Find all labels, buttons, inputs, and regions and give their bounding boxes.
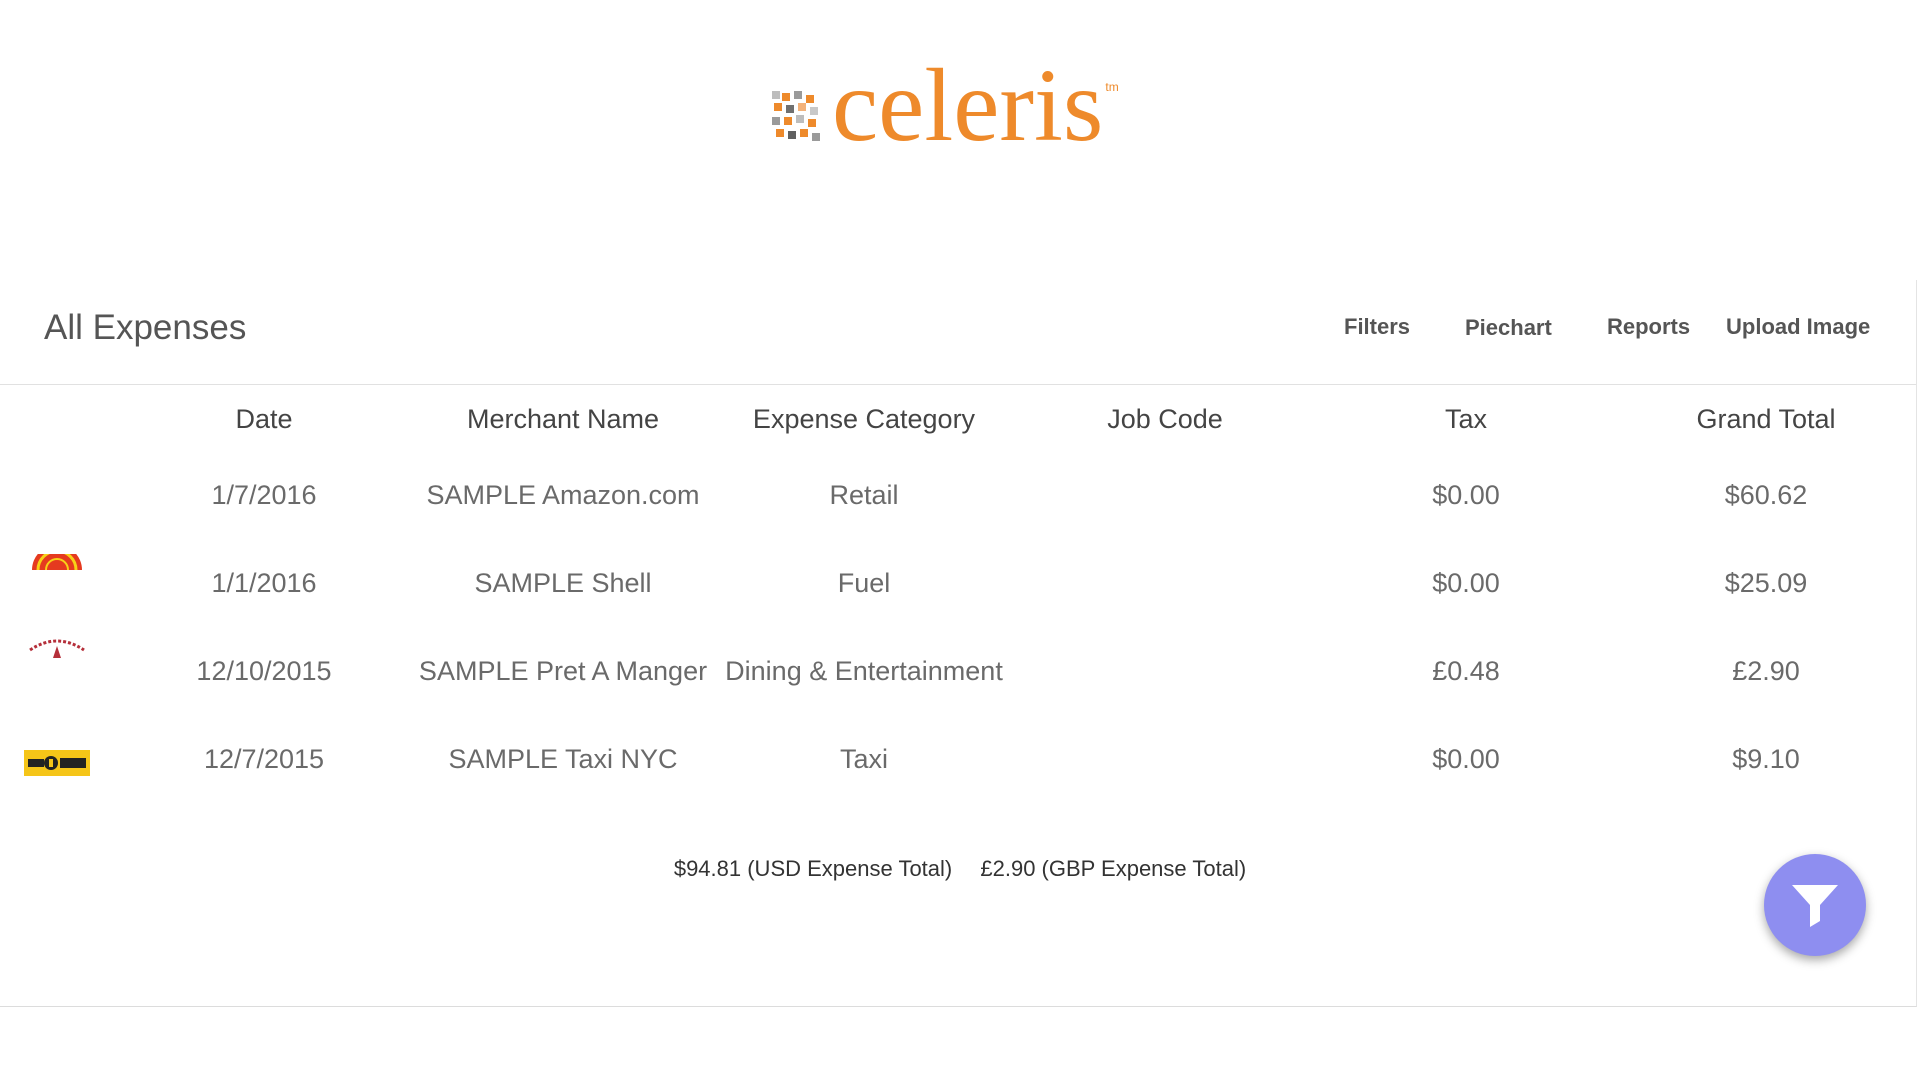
card-header: All Expenses Filters Piechart Reports Up…	[0, 280, 1916, 385]
reports-link[interactable]: Reports	[1607, 314, 1690, 340]
cell-total: $60.62	[1724, 480, 1808, 510]
table-row[interactable]: 12/7/2015 SAMPLE Taxi NYC Taxi $0.00 $9.…	[0, 744, 1916, 832]
cell-date: 12/10/2015	[196, 656, 332, 686]
organic-coffee-logo-icon	[29, 639, 85, 658]
cell-tax: £0.48	[1432, 656, 1500, 686]
header-merchant[interactable]: Merchant Name	[467, 404, 659, 435]
table-row[interactable]: 12/10/2015 SAMPLE Pret A Manger Dining &…	[0, 639, 1916, 744]
usd-total: $94.81 (USD Expense Total)	[673, 856, 953, 881]
table-row[interactable]: 1/1/2016 SAMPLE Shell Fuel $0.00 $25.09	[0, 554, 1916, 656]
cell-date: 1/7/2016	[211, 480, 317, 510]
filters-link[interactable]: Filters	[1344, 314, 1410, 340]
cell-category: Retail	[829, 480, 899, 510]
page-title: All Expenses	[44, 308, 247, 347]
gbp-total: £2.90 (GBP Expense Total)	[980, 856, 1247, 881]
piechart-link[interactable]: Piechart	[1465, 315, 1552, 341]
celeris-logo: celeris tm	[770, 48, 1119, 163]
nyc-taxi-logo-icon	[24, 750, 90, 776]
cell-tax: $0.00	[1432, 568, 1500, 598]
header-grand-total[interactable]: Grand Total	[1696, 404, 1835, 435]
cell-tax: $0.00	[1432, 480, 1500, 510]
header-date[interactable]: Date	[235, 404, 292, 435]
cell-merchant: SAMPLE Shell	[474, 568, 652, 598]
table-row[interactable]: 1/7/2016 SAMPLE Amazon.com Retail $0.00 …	[0, 480, 1916, 568]
shell-logo-icon	[32, 554, 82, 570]
header-job-code[interactable]: Job Code	[1107, 404, 1223, 435]
filter-icon	[1792, 885, 1838, 927]
filter-fab-button[interactable]	[1764, 854, 1866, 956]
header-tax[interactable]: Tax	[1445, 404, 1487, 435]
header-category[interactable]: Expense Category	[753, 404, 975, 435]
expenses-card: All Expenses Filters Piechart Reports Up…	[0, 280, 1917, 1007]
cell-merchant: SAMPLE Pret A Manger	[418, 656, 708, 686]
cell-category: Taxi	[839, 744, 889, 774]
checker-mark-icon	[772, 91, 820, 141]
brand-name: celeris	[832, 48, 1104, 163]
cell-tax: $0.00	[1432, 744, 1500, 774]
expense-totals: $94.81 (USD Expense Total) £2.90 (GBP Ex…	[674, 856, 1246, 882]
cell-category: Fuel	[837, 568, 891, 598]
cell-total: $25.09	[1724, 568, 1808, 598]
cell-merchant: SAMPLE Amazon.com	[426, 480, 700, 510]
cell-merchant: SAMPLE Taxi NYC	[448, 744, 678, 774]
cell-date: 1/1/2016	[211, 568, 317, 598]
cell-total: £2.90	[1732, 656, 1800, 686]
cell-total: $9.10	[1732, 744, 1800, 774]
upload-image-link[interactable]: Upload Image	[1726, 314, 1870, 340]
cell-category: Dining & Entertainment	[725, 656, 1003, 686]
trademark: tm	[1105, 80, 1119, 94]
cell-date: 12/7/2015	[203, 744, 325, 774]
